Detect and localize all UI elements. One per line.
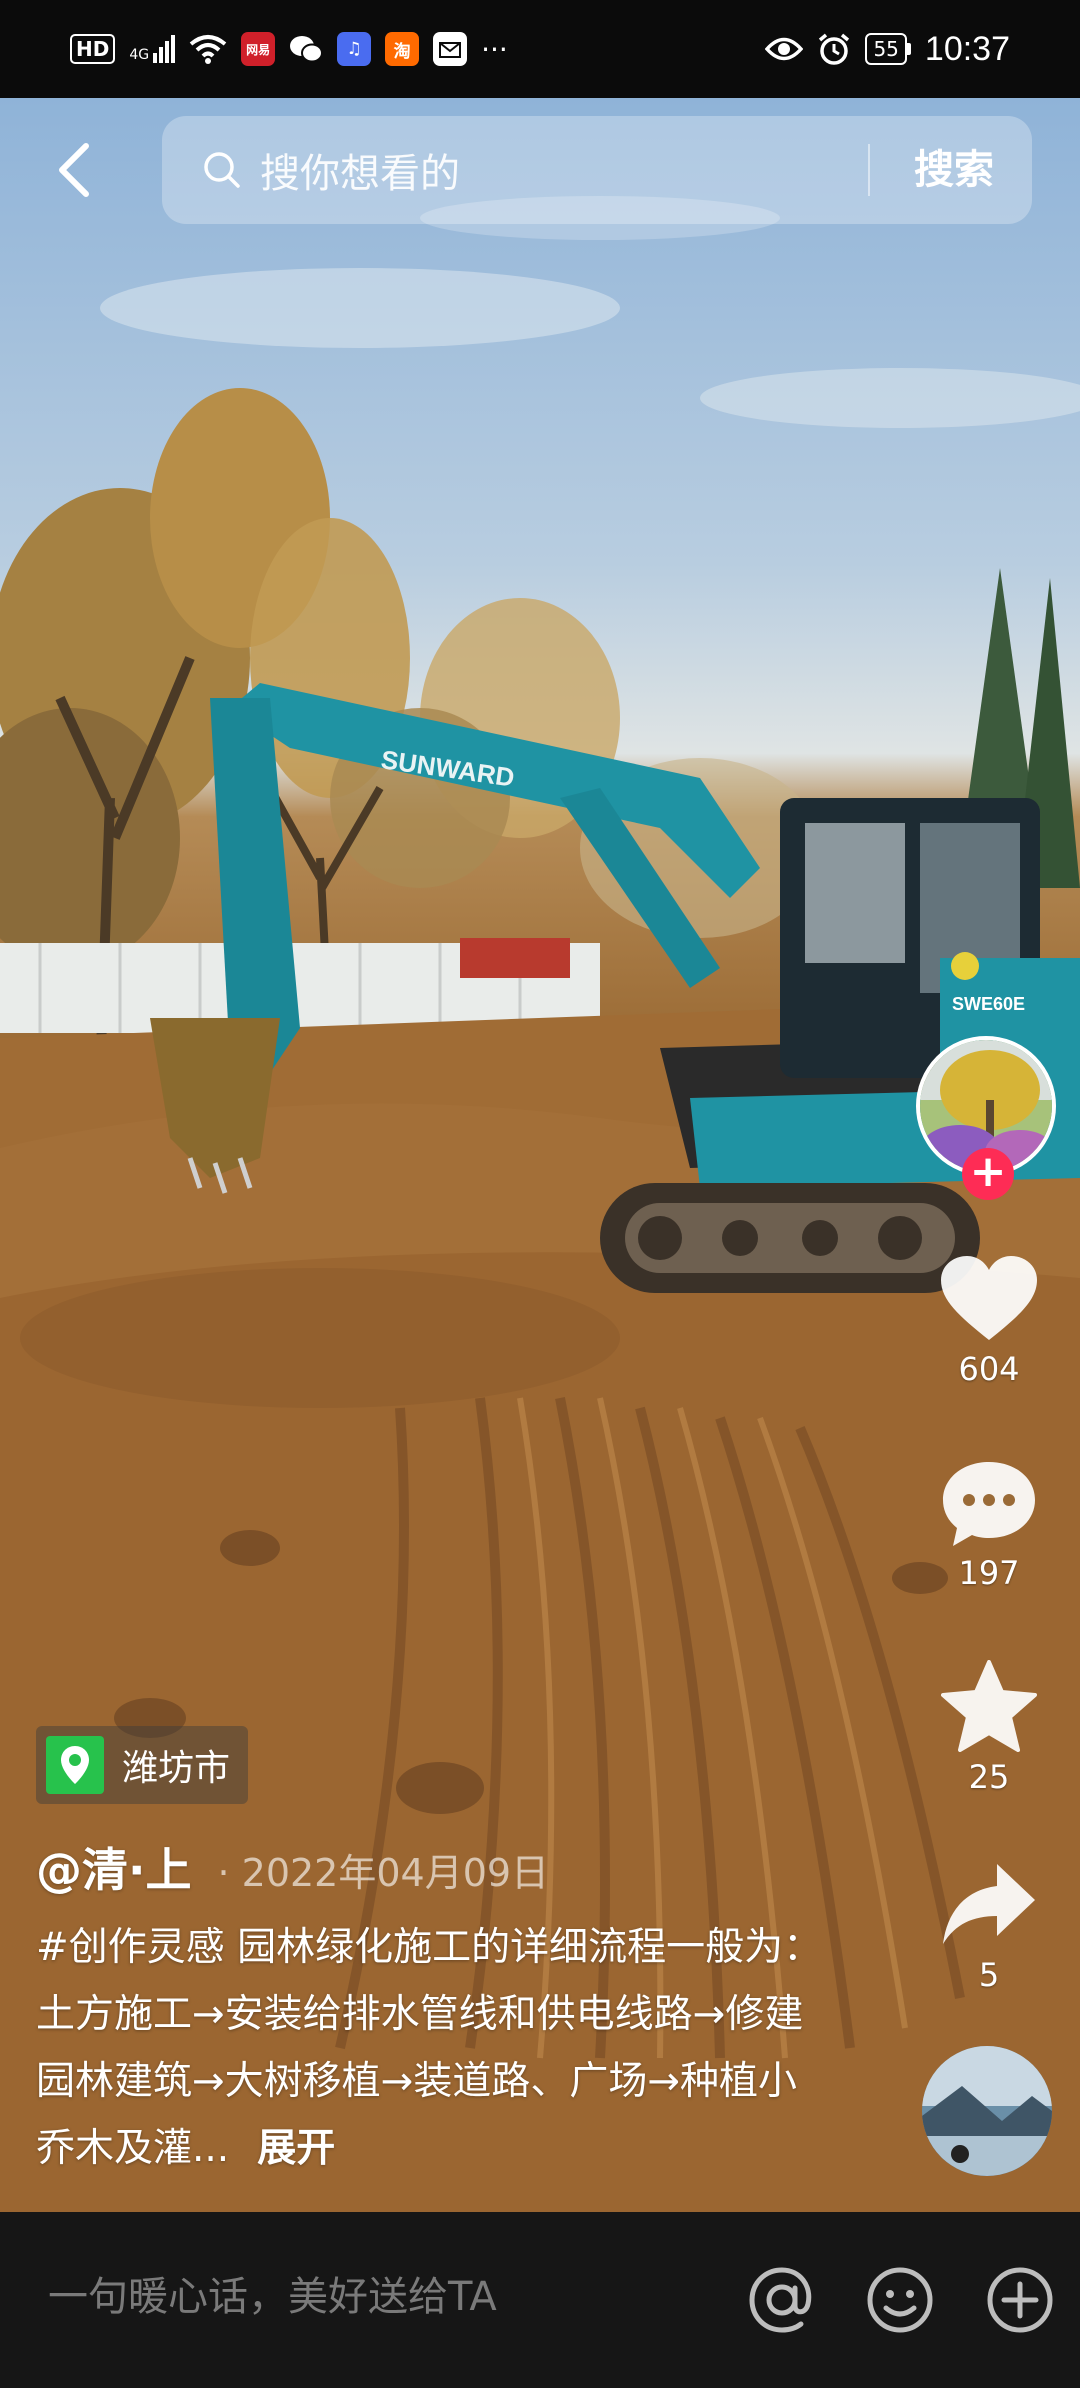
network-type: 4G xyxy=(129,47,150,63)
favorite-action[interactable]: 25 xyxy=(920,1660,1058,1796)
add-icon[interactable] xyxy=(984,2264,1056,2336)
share-icon xyxy=(943,1864,1035,1944)
comment-input[interactable]: 一句暖心话，美好送给TA xyxy=(48,2264,497,2322)
location-tag[interactable]: 潍坊市 xyxy=(36,1726,249,1804)
author-row: @清·上 · 2022年04月09日 xyxy=(36,1834,549,1900)
star-icon xyxy=(941,1660,1037,1752)
comment-icon xyxy=(943,1462,1035,1546)
netease-icon: 网易 xyxy=(241,32,276,66)
battery-level: 55 xyxy=(865,33,907,65)
search-button[interactable]: 搜索 xyxy=(914,116,994,224)
caption-text: #创作灵感 园林绿化施工的详细流程一般为：土方施工→安装给排水管线和供电线路→修… xyxy=(36,1925,823,2171)
search-divider xyxy=(868,144,870,196)
comment-count: 197 xyxy=(958,1554,1020,1592)
music-disc[interactable] xyxy=(922,2046,1052,2176)
search-bar[interactable]: 搜你想看的 搜索 xyxy=(162,116,1032,224)
music-icon: ♫ xyxy=(337,32,372,66)
more-notifications: ··· xyxy=(481,32,508,66)
comment-bar: 一句暖心话，美好送给TA xyxy=(0,2212,1080,2388)
heart-icon xyxy=(941,1256,1037,1340)
hd-indicator: HD xyxy=(70,34,116,64)
mention-icon[interactable] xyxy=(746,2264,818,2336)
share-count: 5 xyxy=(978,1956,1000,1994)
status-left: HD 4G 网易 ♫ 淘 ··· xyxy=(70,32,508,66)
back-icon[interactable] xyxy=(50,140,100,200)
comment-action[interactable]: 197 xyxy=(920,1458,1058,1592)
search-icon xyxy=(204,152,240,188)
post-caption[interactable]: #创作灵感 园林绿化施工的详细流程一般为：土方施工→安装给排水管线和供电线路→修… xyxy=(36,1914,826,2182)
follow-button[interactable]: + xyxy=(962,1148,1014,1200)
clock: 10:37 xyxy=(924,29,1010,68)
app-icon xyxy=(433,32,468,66)
wifi-icon xyxy=(189,35,227,64)
battery-icon: 55 xyxy=(865,33,911,65)
favorite-count: 25 xyxy=(968,1758,1010,1796)
alarm-icon xyxy=(819,33,850,65)
location-name: 潍坊市 xyxy=(122,1748,231,1789)
music-cover-image xyxy=(922,2046,1052,2176)
wechat-icon xyxy=(289,32,324,66)
eye-icon xyxy=(765,37,804,61)
share-action[interactable]: 5 xyxy=(920,1860,1058,1994)
location-pin-icon xyxy=(46,1736,104,1794)
like-count: 604 xyxy=(958,1350,1020,1388)
expand-button[interactable]: 展开 xyxy=(257,2126,335,2171)
emoji-icon[interactable] xyxy=(864,2264,936,2336)
author-name[interactable]: @清·上 xyxy=(36,1834,191,1900)
excavator-model: SWE60E xyxy=(952,994,1025,1014)
signal-icon: 4G xyxy=(129,35,176,63)
like-action[interactable]: 604 xyxy=(920,1254,1058,1388)
status-bar: HD 4G 网易 ♫ 淘 ··· 55 10:37 xyxy=(0,0,1080,98)
status-right: 55 10:37 xyxy=(765,30,1010,69)
taobao-icon: 淘 xyxy=(385,32,420,66)
search-input[interactable]: 搜你想看的 xyxy=(260,141,460,199)
post-date: · 2022年04月09日 xyxy=(217,1851,550,1895)
